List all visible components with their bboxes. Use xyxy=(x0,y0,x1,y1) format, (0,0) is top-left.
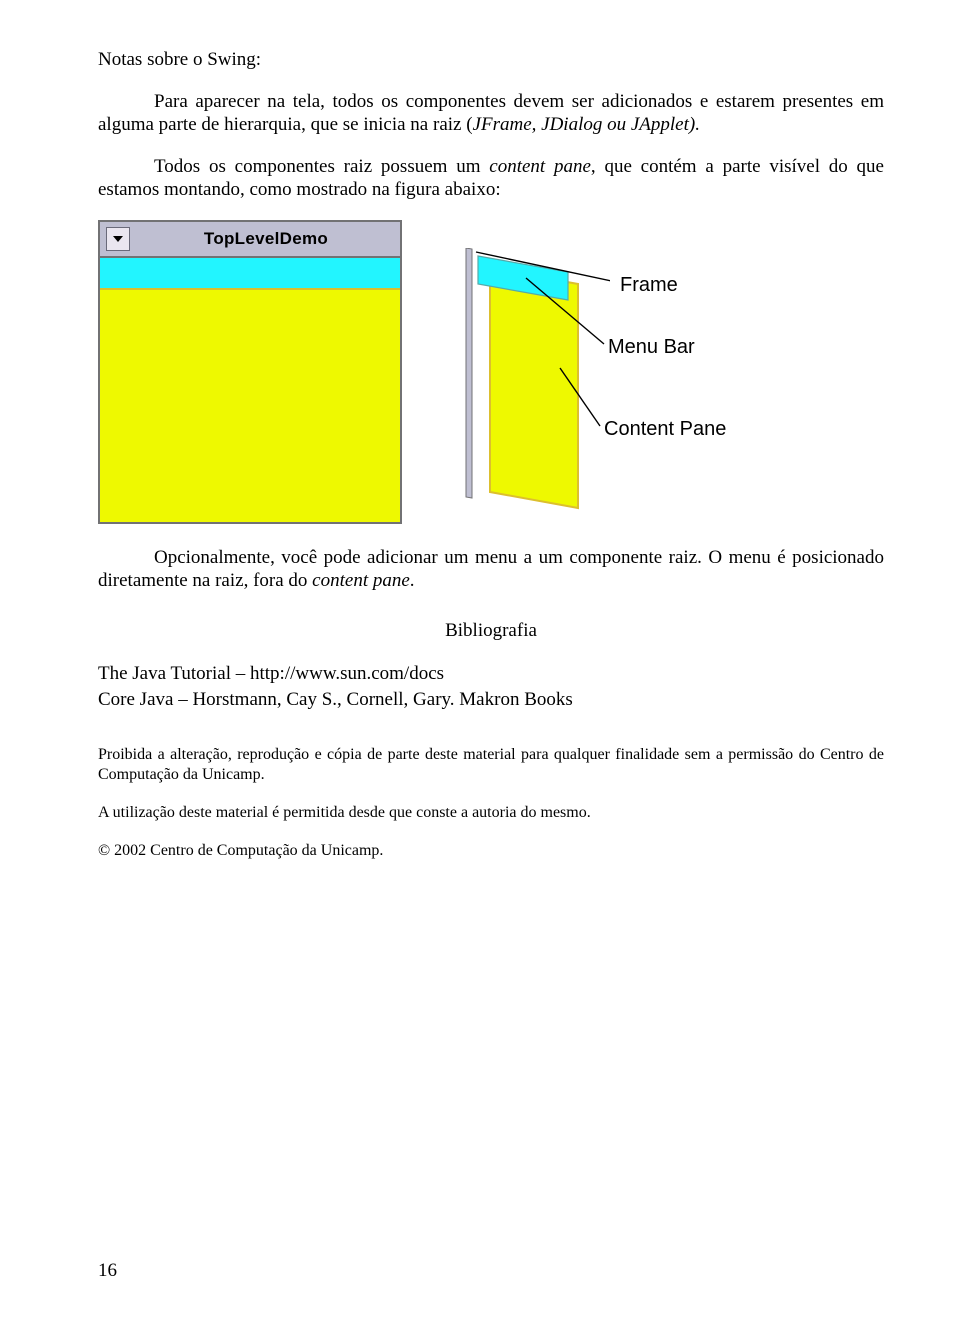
copyright-text: © 2002 Centro de Computação da Unicamp. xyxy=(98,841,884,861)
paragraph-1: Para aparecer na tela, todos os componen… xyxy=(98,90,884,137)
section-title: Notas sobre o Swing: xyxy=(98,48,884,72)
paragraph-3: Opcionalmente, você pode adicionar um me… xyxy=(98,546,884,593)
figure-svg xyxy=(440,248,610,538)
window-title: TopLevelDemo xyxy=(138,229,394,249)
text-run-italic: JFrame, JDialog ou JApplet). xyxy=(473,114,700,135)
document-page: Notas sobre o Swing: Para aparecer na te… xyxy=(0,0,960,861)
legal-text-2: A utilização deste material é permitida … xyxy=(98,803,884,823)
system-menu-icon xyxy=(106,227,130,251)
text-run-italic: content pane xyxy=(312,570,410,591)
mock-menubar xyxy=(100,258,400,290)
mock-window: TopLevelDemo xyxy=(98,220,402,524)
text-run: Opcionalmente, você pode adicionar um me… xyxy=(98,547,884,592)
page-number: 16 xyxy=(98,1260,117,1282)
figure-labels: Frame Menu Bar Content Pane xyxy=(440,220,820,520)
paragraph-2: Todos os componentes raiz possuem um con… xyxy=(98,155,884,202)
label-menu-bar: Menu Bar xyxy=(608,336,695,359)
mock-content-pane xyxy=(100,290,400,522)
text-run: Todos os componentes raiz possuem um xyxy=(154,156,489,177)
bibliography-heading: Bibliografia xyxy=(98,619,884,643)
bibliography-item-1: The Java Tutorial – http://www.sun.com/d… xyxy=(98,662,884,686)
bibliography-item-2: Core Java – Horstmann, Cay S., Cornell, … xyxy=(98,688,884,712)
label-content-pane: Content Pane xyxy=(604,418,726,441)
text-run: . xyxy=(410,570,415,591)
figure: TopLevelDemo Frame Menu Bar Content Pane xyxy=(98,220,884,524)
legal-text-1: Proibida a alteração, reprodução e cópia… xyxy=(98,745,884,785)
text-run-italic: content pane xyxy=(489,156,591,177)
mock-titlebar: TopLevelDemo xyxy=(100,222,400,258)
label-frame: Frame xyxy=(620,274,678,297)
